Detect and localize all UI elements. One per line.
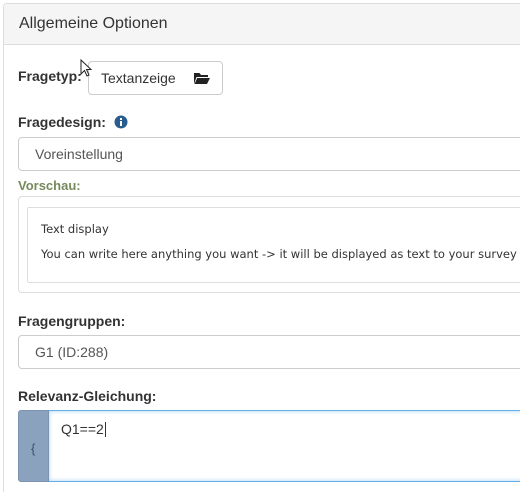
relevance-equation-input[interactable]: Q1==2 [49, 410, 520, 482]
preview-body: You can write here anything you want -> … [41, 247, 520, 261]
panel-title: Allgemeine Optionen [19, 15, 168, 32]
mouse-cursor-icon [80, 59, 93, 77]
folder-open-icon [194, 73, 210, 84]
preview-label: Vorschau: [18, 178, 81, 193]
expression-addon: { [18, 410, 49, 482]
relevance-equation-value: Q1==2 [61, 421, 104, 437]
preview-title: Text display [41, 222, 109, 236]
info-circle-icon[interactable] [114, 115, 128, 129]
text-caret [104, 422, 106, 437]
question-design-select[interactable]: Voreinstellung [18, 137, 520, 171]
question-groups-value: G1 (ID:288) [35, 344, 109, 360]
relevance-equation-label: Relevanz-Gleichung: [18, 388, 157, 404]
preview-box: Text display You can write here anything… [18, 196, 520, 293]
curly-brace-icon: { [31, 441, 36, 456]
question-design-value: Voreinstellung [35, 146, 123, 162]
panel-heading[interactable]: Allgemeine Optionen [4, 4, 520, 45]
preview-content: Text display You can write here anything… [27, 207, 520, 283]
question-groups-select[interactable]: G1 (ID:288) [18, 335, 520, 369]
question-design-label: Fragedesign: [18, 114, 106, 130]
question-type-button[interactable]: Textanzeige [88, 61, 223, 95]
relevance-equation-field[interactable]: { Q1==2 [18, 410, 520, 482]
question-type-button-label: Textanzeige [101, 70, 176, 86]
question-groups-label: Fragengruppen: [18, 313, 126, 329]
question-type-label: Fragetyp: [18, 68, 82, 84]
